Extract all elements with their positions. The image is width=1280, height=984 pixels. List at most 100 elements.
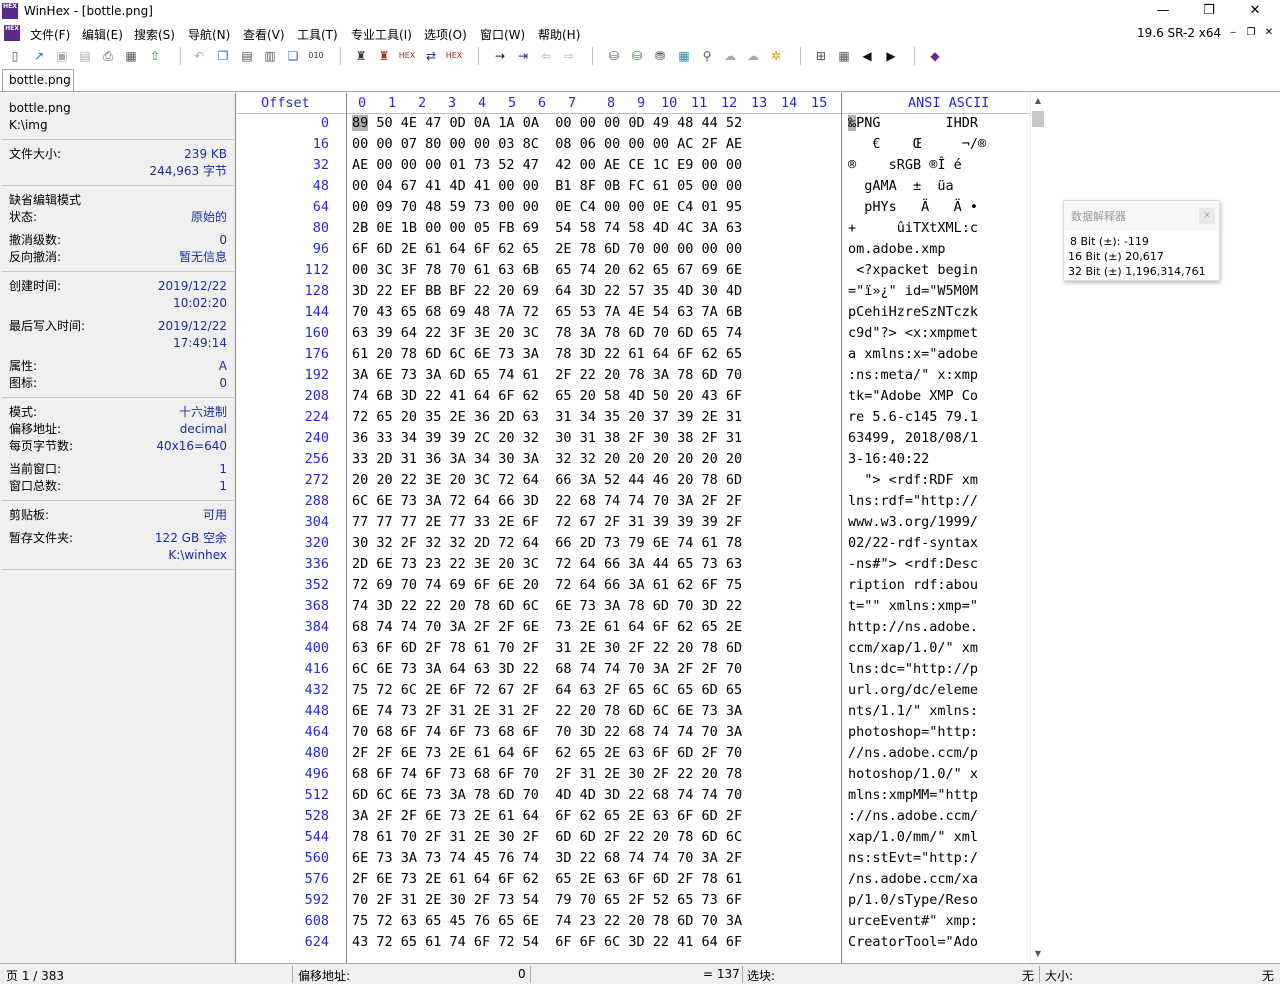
goto-page-icon[interactable]: ⇥	[514, 47, 532, 65]
hex-bytes-row[interactable]: 72 65 20 35 2E 36 2D 63 31 34 35 20 37 3…	[352, 407, 742, 428]
hex-bytes-row[interactable]: 75 72 63 65 45 76 65 6E 74 23 22 20 78 6…	[352, 911, 742, 932]
save-as-icon[interactable]: ▤	[76, 47, 94, 65]
ascii-text-row[interactable]: c9d"?> <x:xmpmet	[848, 323, 978, 344]
ascii-text-row[interactable]: tk="Adobe XMP Co	[848, 386, 978, 407]
hex-bytes-row[interactable]: 2B 0E 1B 00 00 05 FB 69 54 58 74 58 4D 4…	[352, 218, 742, 239]
menu-specialist-tools[interactable]: 专业工具(I)	[351, 26, 412, 43]
hex-bytes-row[interactable]: 78 61 70 2F 31 2E 30 2F 6D 6D 2F 22 20 7…	[352, 827, 742, 848]
hex-bytes-row[interactable]: 36 33 34 39 39 2C 20 32 30 31 38 2F 30 3…	[352, 428, 742, 449]
menu-help[interactable]: 帮助(H)	[538, 26, 580, 43]
hex-bytes-row[interactable]: 3A 2F 2F 6E 73 2E 61 64 6F 62 65 2E 63 6…	[352, 806, 742, 827]
temp-folder-path[interactable]: K:\winhex	[168, 547, 227, 564]
mode-value[interactable]: 十六进制	[179, 404, 227, 421]
offset-mode-value[interactable]: decimal	[180, 421, 227, 438]
export-icon[interactable]: ⇧	[146, 47, 164, 65]
ascii-text-row[interactable]: ns:stEvt="http:/	[848, 848, 978, 869]
copy-block-icon[interactable]: ▤	[238, 47, 256, 65]
ascii-text-row[interactable]: "> <rdf:RDF xm	[848, 470, 978, 491]
ascii-text-row[interactable]: a xmlns:x="adobe	[848, 344, 978, 365]
menu-edit[interactable]: 编辑(E)	[82, 26, 123, 43]
analyze-icon[interactable]: ✲	[767, 47, 785, 65]
ascii-text-row[interactable]: ccm/xap/1.0/" xm	[848, 638, 978, 659]
ascii-text-row[interactable]: lns:dc="http://p	[848, 659, 978, 680]
hex-bytes-row[interactable]: 3D 22 EF BB BF 22 20 69 64 3D 22 57 35 4…	[352, 281, 742, 302]
data-interpreter-panel[interactable]: 数据解释器 ✕ 8 Bit (±): -119 16 Bit (±) 20,61…	[1063, 200, 1220, 281]
hex-bytes-row[interactable]: 75 72 6C 2E 6F 72 67 2F 64 63 2F 65 6C 6…	[352, 680, 742, 701]
hex-bytes-row[interactable]: AE 00 00 00 01 73 52 47 42 00 AE CE 1C E…	[352, 155, 742, 176]
hex-bytes-row[interactable]: 2F 2F 6E 73 2E 61 64 6F 62 65 2E 63 6F 6…	[352, 743, 742, 764]
paste-icon[interactable]: ▥	[261, 47, 279, 65]
status-decimal-value[interactable]: = 137	[703, 967, 740, 981]
ascii-text-row[interactable]: photoshop="http:	[848, 722, 978, 743]
ascii-text-row[interactable]: ription rdf:abou	[848, 575, 978, 596]
ascii-text-row[interactable]: om.adobe.xmp	[848, 239, 978, 260]
hex-bytes-row[interactable]: 00 04 67 41 4D 41 00 00 B1 8F 0B FC 61 0…	[352, 176, 742, 197]
help-book-icon[interactable]: ◆	[926, 47, 944, 65]
vertical-scrollbar[interactable]: ▲ ▼	[1030, 93, 1044, 963]
ascii-text-row[interactable]: //ns.adobe.ccm/p	[848, 743, 978, 764]
replace-hex-values-icon[interactable]: HEX	[445, 47, 463, 65]
find-hex-icon[interactable]: ♜	[375, 47, 393, 65]
forward-icon[interactable]: ⇨	[560, 47, 578, 65]
hex-bytes-row[interactable]: 6E 74 73 2F 31 2E 31 2F 22 20 78 6D 6C 6…	[352, 701, 742, 722]
ascii-text-row[interactable]: :ns:meta/" x:xmp	[848, 365, 978, 386]
ascii-text-row[interactable]: ® sRGB ®Î é	[848, 155, 978, 176]
mdi-close-button[interactable]: ✕	[1262, 27, 1276, 39]
hex-bytes-row[interactable]: 72 69 70 74 69 6F 6E 20 72 64 66 3A 61 6…	[352, 575, 742, 596]
replace-text-icon[interactable]: HEX	[398, 47, 416, 65]
hex-bytes-row[interactable]: 00 09 70 48 59 73 00 00 0E C4 00 00 0E C…	[352, 197, 742, 218]
hex-bytes-row[interactable]: 6C 6E 73 3A 64 63 3D 22 68 74 74 70 3A 2…	[352, 659, 742, 680]
next-icon[interactable]: ▶	[882, 47, 900, 65]
previous-icon[interactable]: ◀	[858, 47, 876, 65]
hex-bytes-row[interactable]: 68 6F 74 6F 73 68 6F 70 2F 31 2E 30 2F 2…	[352, 764, 742, 785]
ascii-text-row[interactable]: p/1.0/sType/Reso	[848, 890, 978, 911]
hex-bytes-row[interactable]: 2D 6E 73 23 22 3E 20 3C 72 64 66 3A 44 6…	[352, 554, 742, 575]
hex-bytes-row[interactable]: 70 43 65 68 69 48 7A 72 65 53 7A 4E 54 6…	[352, 302, 742, 323]
ascii-text-row[interactable]: ="ï»¿" id="W5M0M	[848, 281, 978, 302]
ascii-text-row[interactable]: pCehiHzreSzNTczk	[848, 302, 978, 323]
ascii-text-row[interactable]: gAMA ± üa	[848, 176, 978, 197]
print-icon[interactable]: ⎙	[99, 47, 117, 65]
ascii-text-row[interactable]: 63499, 2018/08/1	[848, 428, 978, 449]
undo-icon[interactable]: ↶	[190, 47, 208, 65]
replace-hex-icon[interactable]: ⇄	[422, 47, 440, 65]
hex-bytes-row[interactable]: 6E 73 3A 73 74 45 76 74 3D 22 68 74 74 7…	[352, 848, 742, 869]
cursor-char[interactable]: ‰	[848, 115, 857, 131]
document-menu-icon[interactable]: HEX	[4, 25, 20, 41]
hex-bytes-row[interactable]: 77 77 77 2E 77 33 2E 6F 72 67 2F 31 39 3…	[352, 512, 742, 533]
cursor-byte[interactable]: 89	[352, 115, 369, 131]
hex-bytes-row[interactable]: 43 72 65 61 74 6F 72 54 6F 6F 6C 3D 22 4…	[352, 932, 742, 953]
ascii-text-row[interactable]: www.w3.org/1999/	[848, 512, 978, 533]
hex-bytes-row[interactable]: 89 50 4E 47 0D 0A 1A 0A 00 00 00 0D 49 4…	[352, 113, 742, 134]
hex-bytes-row[interactable]: 63 6F 6D 2F 78 61 70 2F 31 2E 30 2F 22 2…	[352, 638, 742, 659]
write-clipboard-icon[interactable]: ❏	[284, 47, 302, 65]
ascii-text-row[interactable]: CreatorTool="Ado	[848, 932, 978, 953]
hex-bytes-row[interactable]: 68 74 74 70 3A 2F 2F 6E 73 2E 61 64 6F 6…	[352, 617, 742, 638]
mdi-restore-button[interactable]: ❐	[1244, 27, 1258, 39]
menu-window[interactable]: 窗口(W)	[480, 26, 525, 43]
open-ram-icon[interactable]: ⛁	[628, 47, 646, 65]
status-size-value[interactable]: 无	[1262, 967, 1274, 984]
goto-offset-icon[interactable]: →	[491, 47, 509, 65]
hex-bytes-row[interactable]: 70 68 6F 74 6F 73 68 6F 70 3D 22 68 74 7…	[352, 722, 742, 743]
template-icon[interactable]: ⊞	[812, 47, 830, 65]
hex-bytes-row[interactable]: 20 20 22 3E 20 3C 72 64 66 3A 52 44 46 2…	[352, 470, 742, 491]
hex-bytes-row[interactable]: 2F 6E 73 2E 61 64 6F 62 65 2E 63 6F 6D 2…	[352, 869, 742, 890]
close-button[interactable]: ✕	[1232, 0, 1278, 22]
ascii-text-row[interactable]: re 5.6-c145 79.1	[848, 407, 978, 428]
scroll-up-icon[interactable]: ▲	[1031, 94, 1045, 108]
open-file-icon[interactable]: ↗	[30, 47, 48, 65]
bytes-per-page-value[interactable]: 40x16=640	[156, 438, 227, 455]
restore-button[interactable]: ❐	[1186, 0, 1232, 22]
copy-icon[interactable]: ❐	[214, 47, 232, 65]
hex-bytes-row[interactable]: 70 2F 31 2E 30 2F 73 54 79 70 65 2F 52 6…	[352, 890, 742, 911]
menu-view[interactable]: 查看(V)	[243, 26, 285, 43]
open-disk-icon[interactable]: ⛁	[605, 47, 623, 65]
ascii-text-row[interactable]: ://ns.adobe.ccm/	[848, 806, 978, 827]
search-icon[interactable]: ⚲	[698, 47, 716, 65]
disk-snapshot-icon[interactable]: ⛃	[651, 47, 669, 65]
page-indicator[interactable]: 页 1 / 383	[6, 967, 64, 984]
ascii-text-row[interactable]: <?xpacket begin	[848, 260, 978, 281]
hex-bytes-row[interactable]: 63 39 64 22 3F 3E 20 3C 78 3A 78 6D 70 6…	[352, 323, 742, 344]
menu-file[interactable]: 文件(F)	[30, 26, 70, 43]
